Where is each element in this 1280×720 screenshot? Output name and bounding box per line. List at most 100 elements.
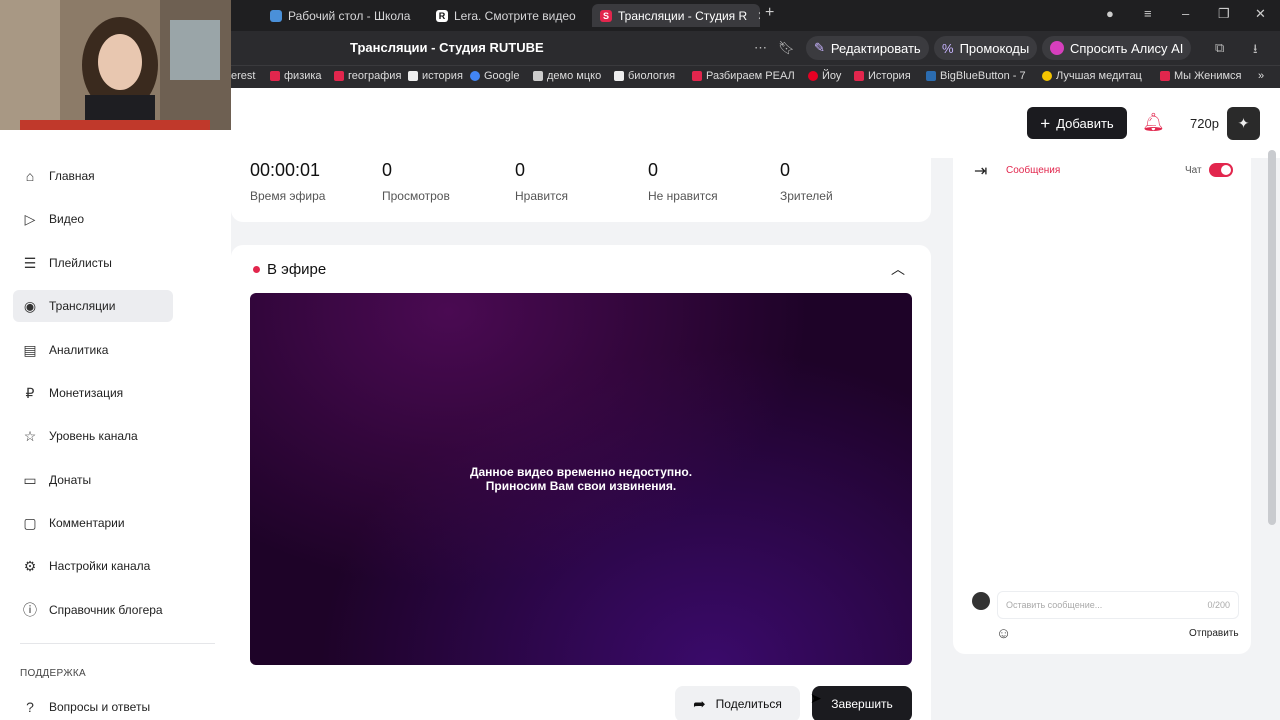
bookmark-item[interactable]: История [854,70,911,82]
percent-icon: % [942,40,954,56]
sidebar-item-playlists[interactable]: ☰ Плейлисты [13,247,173,279]
live-card: В эфире ︿ Данное видео временно недоступ… [231,245,931,720]
sidebar-item-donations[interactable]: ▭ Донаты [13,464,173,496]
tab-label: Рабочий стол - Школа Би [288,8,412,23]
finish-button[interactable]: Завершить [812,686,912,720]
edit-label: Редактировать [830,40,921,56]
studio-favicon-icon: S [600,9,612,22]
sidebar-divider [20,643,215,644]
tab-messages[interactable]: Сообщения [1006,165,1060,176]
bookmarks-overflow-icon[interactable]: » [1258,70,1264,82]
support-heading: ПОДДЕРЖКА [20,668,86,679]
sidebar-item-faq[interactable]: ? Вопросы и ответы [13,691,173,720]
sidebar-item-blogger-guide[interactable]: ⓘ Справочник блогера [13,594,173,626]
sidebar-item-label: Трансляции [49,299,116,313]
stat-views: 0 Просмотров [382,160,450,203]
live-title: В эфире [253,261,326,278]
sidebar-item-label: Справочник блогера [49,603,163,617]
chevron-up-icon[interactable]: ︿ [891,259,905,279]
stat-viewers: 0 Зрителей [780,160,833,203]
browser-tab[interactable]: R Lera. Смотрите видео он [428,4,578,27]
bookmark-item[interactable]: история [408,70,463,82]
bookmark-icon[interactable]: 🔖︎ [778,40,795,56]
sidebar-item-monetization[interactable]: ₽ Монетизация [13,377,173,409]
close-tab-icon[interactable]: ✕ [757,9,760,23]
profile-icon[interactable]: ● [1106,6,1114,21]
maximize-icon[interactable]: ❐ [1218,6,1230,22]
bookmark-item[interactable]: Google [470,70,519,82]
bookmark-item[interactable]: демо мцко [533,70,601,82]
send-button[interactable]: Отправить [1189,628,1239,639]
chat-toggle-label: Чат [1185,165,1202,176]
stat-likes: 0 Нравится [515,160,568,203]
sidebar-item-channel-settings[interactable]: ⚙ Настройки канала [13,550,173,582]
chat-user-avatar [972,592,990,610]
sidebar-item-broadcasts[interactable]: ◉ Трансляции [13,290,173,322]
translate-icon[interactable]: ⧉ [1215,40,1224,56]
close-window-icon[interactable]: ✕ [1255,6,1266,22]
page-scrollbar[interactable] [1268,150,1276,525]
chat-toggle[interactable] [1209,163,1233,177]
quality-label[interactable]: 720р [1190,116,1219,131]
sidebar: ⌂ Главная ▷ Видео ☰ Плейлисты ◉ Трансляц… [0,158,231,720]
info-icon: ⓘ [23,602,37,618]
player-message-line: Данное видео временно недоступно. [469,465,693,479]
alice-label: Спросить Алису AI [1070,40,1184,56]
sidebar-item-label: Плейлисты [49,256,112,270]
tab-label: Lera. Смотрите видео он [454,8,578,23]
add-label: Добавить [1056,115,1114,131]
chat-message-input[interactable]: Оставить сообщение... 0/200 [997,591,1239,619]
video-icon: ▷ [24,210,36,227]
download-icon[interactable]: ⭳ [1253,40,1258,62]
bookmark-item[interactable]: биология [614,70,675,82]
bookmark-item[interactable]: Йоу [808,70,841,82]
tab-favicon-icon [270,9,282,22]
bookmark-item[interactable]: Разбираем РЕАЛ [692,70,795,82]
gear-icon: ⚙ [23,557,37,574]
broadcast-icon: ◉ [23,297,37,314]
bookmark-item[interactable]: Лучшая медитац [1042,70,1142,82]
minimize-icon[interactable]: – [1182,6,1189,21]
add-button[interactable]: + Добавить [1027,107,1127,139]
sidebar-item-video[interactable]: ▷ Видео [13,203,173,235]
sidebar-item-channel-level[interactable]: ☆ Уровень канала [13,420,173,452]
share-button[interactable]: ➦ Поделиться [675,686,800,720]
sidebar-item-comments[interactable]: ▢ Комментарии [13,507,173,539]
bookmark-item[interactable]: физика [270,70,322,82]
more-icon[interactable]: ⋯ [754,40,767,56]
alice-icon [1050,41,1064,55]
live-indicator-icon [253,266,260,273]
page-title[interactable]: Трансляции - Студия RUTUBE [350,40,544,55]
bookmark-item[interactable]: география [334,70,401,82]
sidebar-item-label: Видео [49,212,85,226]
chat-panel: ⇥ Сообщения Чат Оставить сообщение... 0/… [953,158,1251,654]
donate-icon: ▭ [23,471,37,488]
browser-tab-active[interactable]: S Трансляции - Студия R ✕ [592,4,760,27]
player-message: Данное видео временно недоступно. Принос… [470,465,692,493]
video-player[interactable]: Данное видео временно недоступно. Принос… [250,293,912,665]
notifications-bell-icon[interactable]: 🔔︎ [1142,112,1165,133]
stat-value: 0 [780,160,791,180]
stat-value: 0 [382,160,393,180]
stat-label: Время эфира [250,189,326,203]
share-icon: ➦ [693,696,706,713]
alice-button[interactable]: Спросить Алису AI [1042,36,1192,60]
edit-button[interactable]: ✎ Редактировать [806,36,929,60]
sidebar-item-label: Донаты [49,473,92,487]
webcam-overlay [0,0,231,130]
promo-button[interactable]: % Промокоды [934,36,1038,60]
user-avatar[interactable]: ✦ [1227,107,1260,140]
menu-icon[interactable]: ≡ [1144,6,1152,21]
sidebar-item-label: Аналитика [49,343,109,357]
new-tab-icon[interactable]: + [765,4,774,22]
sidebar-item-analytics[interactable]: ▤ Аналитика [13,334,173,366]
sidebar-item-home[interactable]: ⌂ Главная [13,160,173,192]
bookmark-item[interactable]: erest [231,70,255,82]
collapse-chat-icon[interactable]: ⇥ [974,161,987,181]
emoji-icon[interactable]: ☺ [996,625,1011,642]
bookmark-item[interactable]: Мы Женимся [1160,70,1242,82]
sidebar-item-label: Комментарии [49,516,125,530]
char-counter: 0/200 [1207,600,1230,610]
bookmark-item[interactable]: BigBlueButton - 7 [926,70,1026,82]
browser-tab[interactable]: Рабочий стол - Школа Би [262,4,412,27]
